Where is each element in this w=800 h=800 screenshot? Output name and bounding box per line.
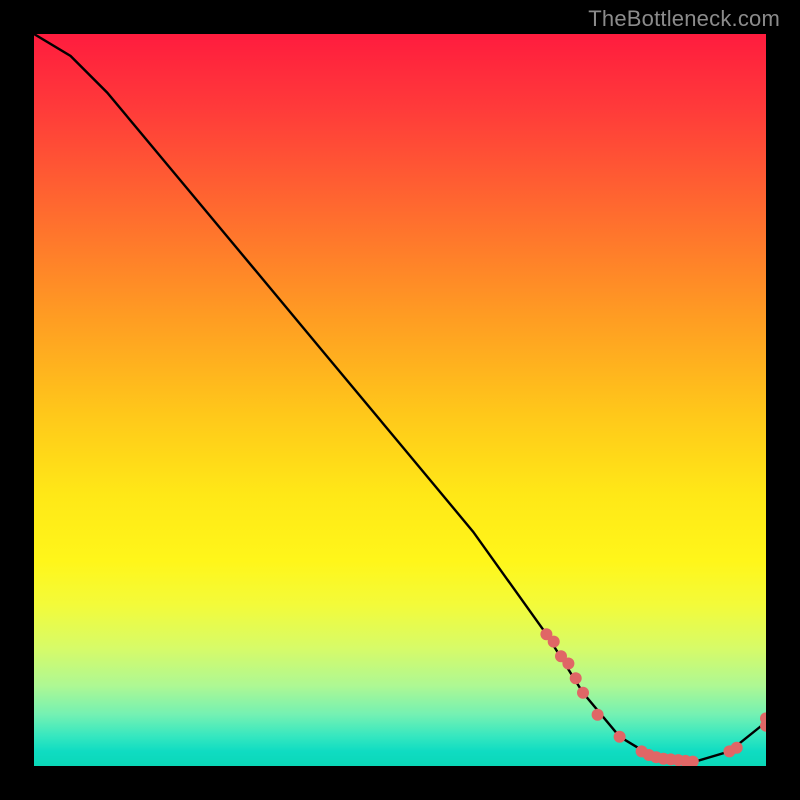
bottleneck-curve <box>34 34 766 762</box>
chart-container: TheBottleneck.com <box>0 0 800 800</box>
plot-area <box>34 34 766 766</box>
highlight-point <box>731 742 743 754</box>
chart-svg <box>34 34 766 766</box>
highlight-point <box>592 709 604 721</box>
highlight-point <box>577 687 589 699</box>
watermark-label: TheBottleneck.com <box>588 6 780 32</box>
highlight-point <box>614 731 626 743</box>
highlight-point <box>548 636 560 648</box>
highlight-point <box>562 658 574 670</box>
highlight-point <box>570 672 582 684</box>
highlight-points <box>540 628 766 766</box>
